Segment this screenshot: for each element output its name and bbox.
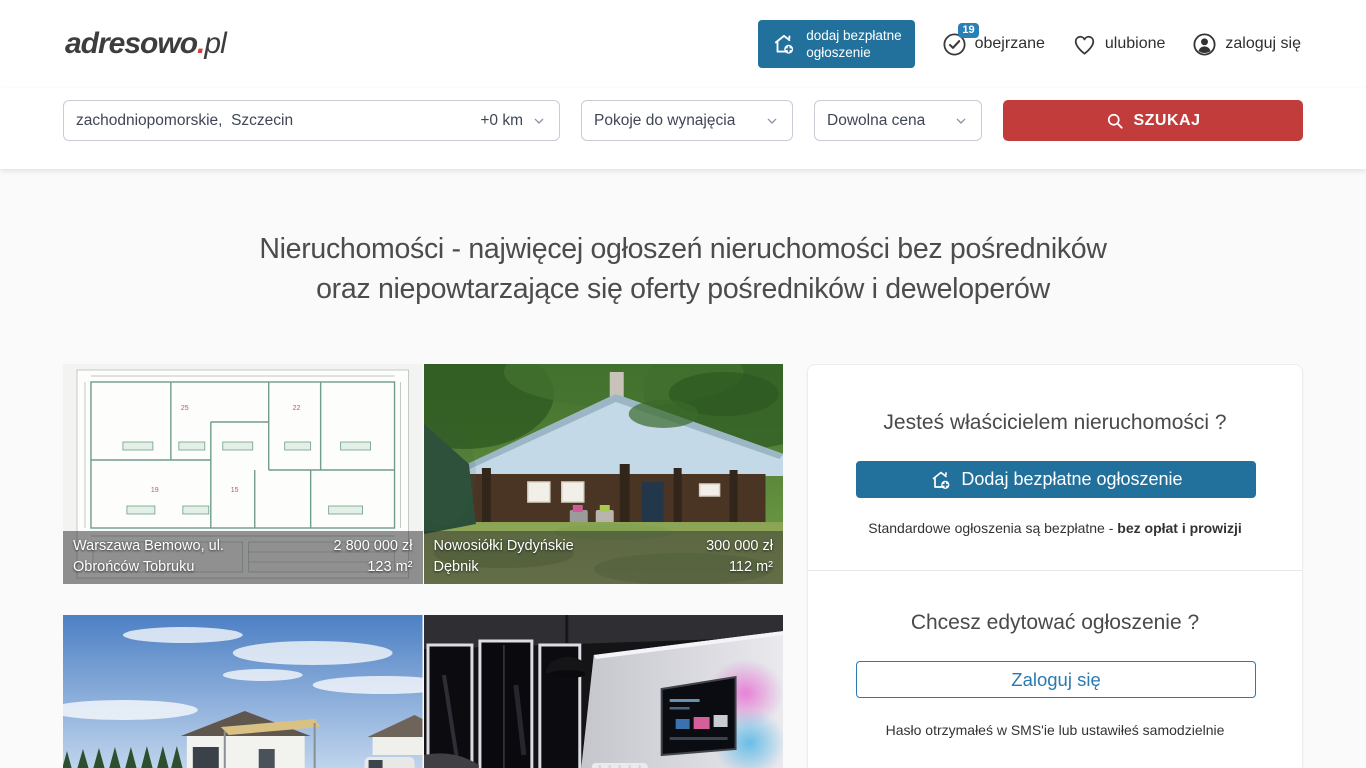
listing-price: 300 000 zł — [706, 536, 773, 557]
search-bar: zachodniopomorskie, Szczecin +0 km Pokoj… — [0, 88, 1366, 169]
listing-caption: Warszawa Bemowo, ul. Obrońców Tobruku 2 … — [63, 531, 423, 584]
add-listing-button[interactable]: dodaj bezpłatne ogłoszenie — [758, 20, 914, 68]
svg-text:22: 22 — [293, 405, 301, 412]
svg-text:15: 15 — [231, 487, 239, 494]
location-input[interactable]: zachodniopomorskie, Szczecin +0 km — [63, 100, 560, 141]
chevron-down-icon — [953, 113, 969, 129]
user-circle-icon — [1191, 31, 1218, 58]
login-button[interactable]: Zaloguj się — [856, 661, 1256, 698]
page-title: Nieruchomości - najwięcej ogłoszeń nieru… — [0, 229, 1366, 309]
header-top: adresowo.pl dodaj bezpłatne ogłoszenie — [0, 0, 1366, 88]
add-free-listing-label: Dodaj bezpłatne ogłoszenie — [961, 469, 1182, 490]
search-button-label: SZUKAJ — [1133, 112, 1200, 130]
svg-text:25: 25 — [181, 405, 189, 412]
listing-caption: Nowosiółki Dydyńskie Dębnik 300 000 zł 1… — [424, 531, 784, 584]
property-type-value: Pokoje do wynajęcia — [594, 112, 735, 130]
edit-section: Chcesz edytować ogłoszenie ? Zaloguj się… — [808, 570, 1302, 768]
login-link[interactable]: zaloguj się — [1191, 31, 1301, 58]
location-value: zachodniopomorskie, Szczecin — [76, 112, 293, 130]
radius-dropdown[interactable]: +0 km — [480, 112, 547, 130]
header-actions: dodaj bezpłatne ogłoszenie 19 obejrzane — [758, 20, 1301, 68]
price-select[interactable]: Dowolna cena — [814, 100, 982, 141]
listing-location: Nowosiółki Dydyńskie — [434, 536, 574, 557]
site-header: adresowo.pl dodaj bezpłatne ogłoszenie — [0, 0, 1366, 169]
house-plus-icon — [771, 31, 797, 57]
login-label: zaloguj się — [1225, 35, 1301, 53]
viewed-label: obejrzane — [975, 35, 1045, 53]
listing-card[interactable]: Dębnica, ul. Ojca Andrzeja 825 000 zł — [63, 615, 423, 768]
logo-tld: pl — [204, 27, 225, 61]
listing-photo-apartment-interior-tv — [424, 615, 784, 768]
listing-location-2: Obrońców Tobruku — [73, 557, 224, 578]
listing-price: 2 800 000 zł — [333, 536, 412, 557]
viewed-link[interactable]: 19 obejrzane — [941, 31, 1045, 58]
check-circle-icon: 19 — [941, 31, 968, 58]
heart-icon — [1071, 31, 1098, 58]
listing-area: 112 m² — [706, 557, 773, 578]
listing-card[interactable]: Gdańsk Śródmieście, ul. 549 000 zł — [424, 615, 784, 768]
edit-heading: Chcesz edytować ogłoszenie ? — [856, 611, 1254, 635]
listing-card[interactable]: Nowosiółki Dydyńskie Dębnik 300 000 zł 1… — [424, 364, 784, 584]
owner-heading: Jesteś właścicielem nieruchomości ? — [856, 411, 1254, 435]
listing-photo-white-house-garden — [63, 615, 423, 768]
owner-note: Standardowe ogłoszenia są bezpłatne - be… — [856, 520, 1254, 536]
house-plus-icon — [929, 468, 953, 492]
logo-name: adresowo — [65, 27, 197, 61]
search-button[interactable]: SZUKAJ — [1003, 100, 1303, 141]
edit-note: Hasło otrzymałeś w SMS'ie lub ustawiłeś … — [856, 722, 1254, 738]
favorites-link[interactable]: ulubione — [1071, 31, 1166, 58]
search-icon — [1105, 111, 1125, 131]
favorites-label: ulubione — [1105, 35, 1166, 53]
property-type-select[interactable]: Pokoje do wynajęcia — [581, 100, 793, 141]
site-logo[interactable]: adresowo.pl — [65, 27, 226, 61]
chevron-down-icon — [531, 113, 547, 129]
svg-text:19: 19 — [151, 487, 159, 494]
listing-location-2: Dębnik — [434, 557, 574, 578]
chevron-down-icon — [764, 113, 780, 129]
owner-section: Jesteś właścicielem nieruchomości ? Doda… — [808, 365, 1302, 570]
viewed-count-badge: 19 — [958, 23, 978, 38]
main-content: Nieruchomości - najwięcej ogłoszeń nieru… — [0, 229, 1366, 768]
owner-panel: Jesteś właścicielem nieruchomości ? Doda… — [807, 364, 1303, 768]
radius-value: +0 km — [480, 112, 523, 130]
price-value: Dowolna cena — [827, 112, 925, 130]
listing-area: 123 m² — [333, 557, 412, 578]
add-free-listing-button[interactable]: Dodaj bezpłatne ogłoszenie — [856, 461, 1256, 498]
listing-grid: 25 22 19 15 Warszawa Bemowo, ul. Obrońców T… — [63, 364, 783, 768]
add-listing-label: dodaj bezpłatne ogłoszenie — [806, 27, 901, 61]
listing-location: Warszawa Bemowo, ul. — [73, 536, 224, 557]
listing-card[interactable]: 25 22 19 15 Warszawa Bemowo, ul. Obrońców T… — [63, 364, 423, 584]
